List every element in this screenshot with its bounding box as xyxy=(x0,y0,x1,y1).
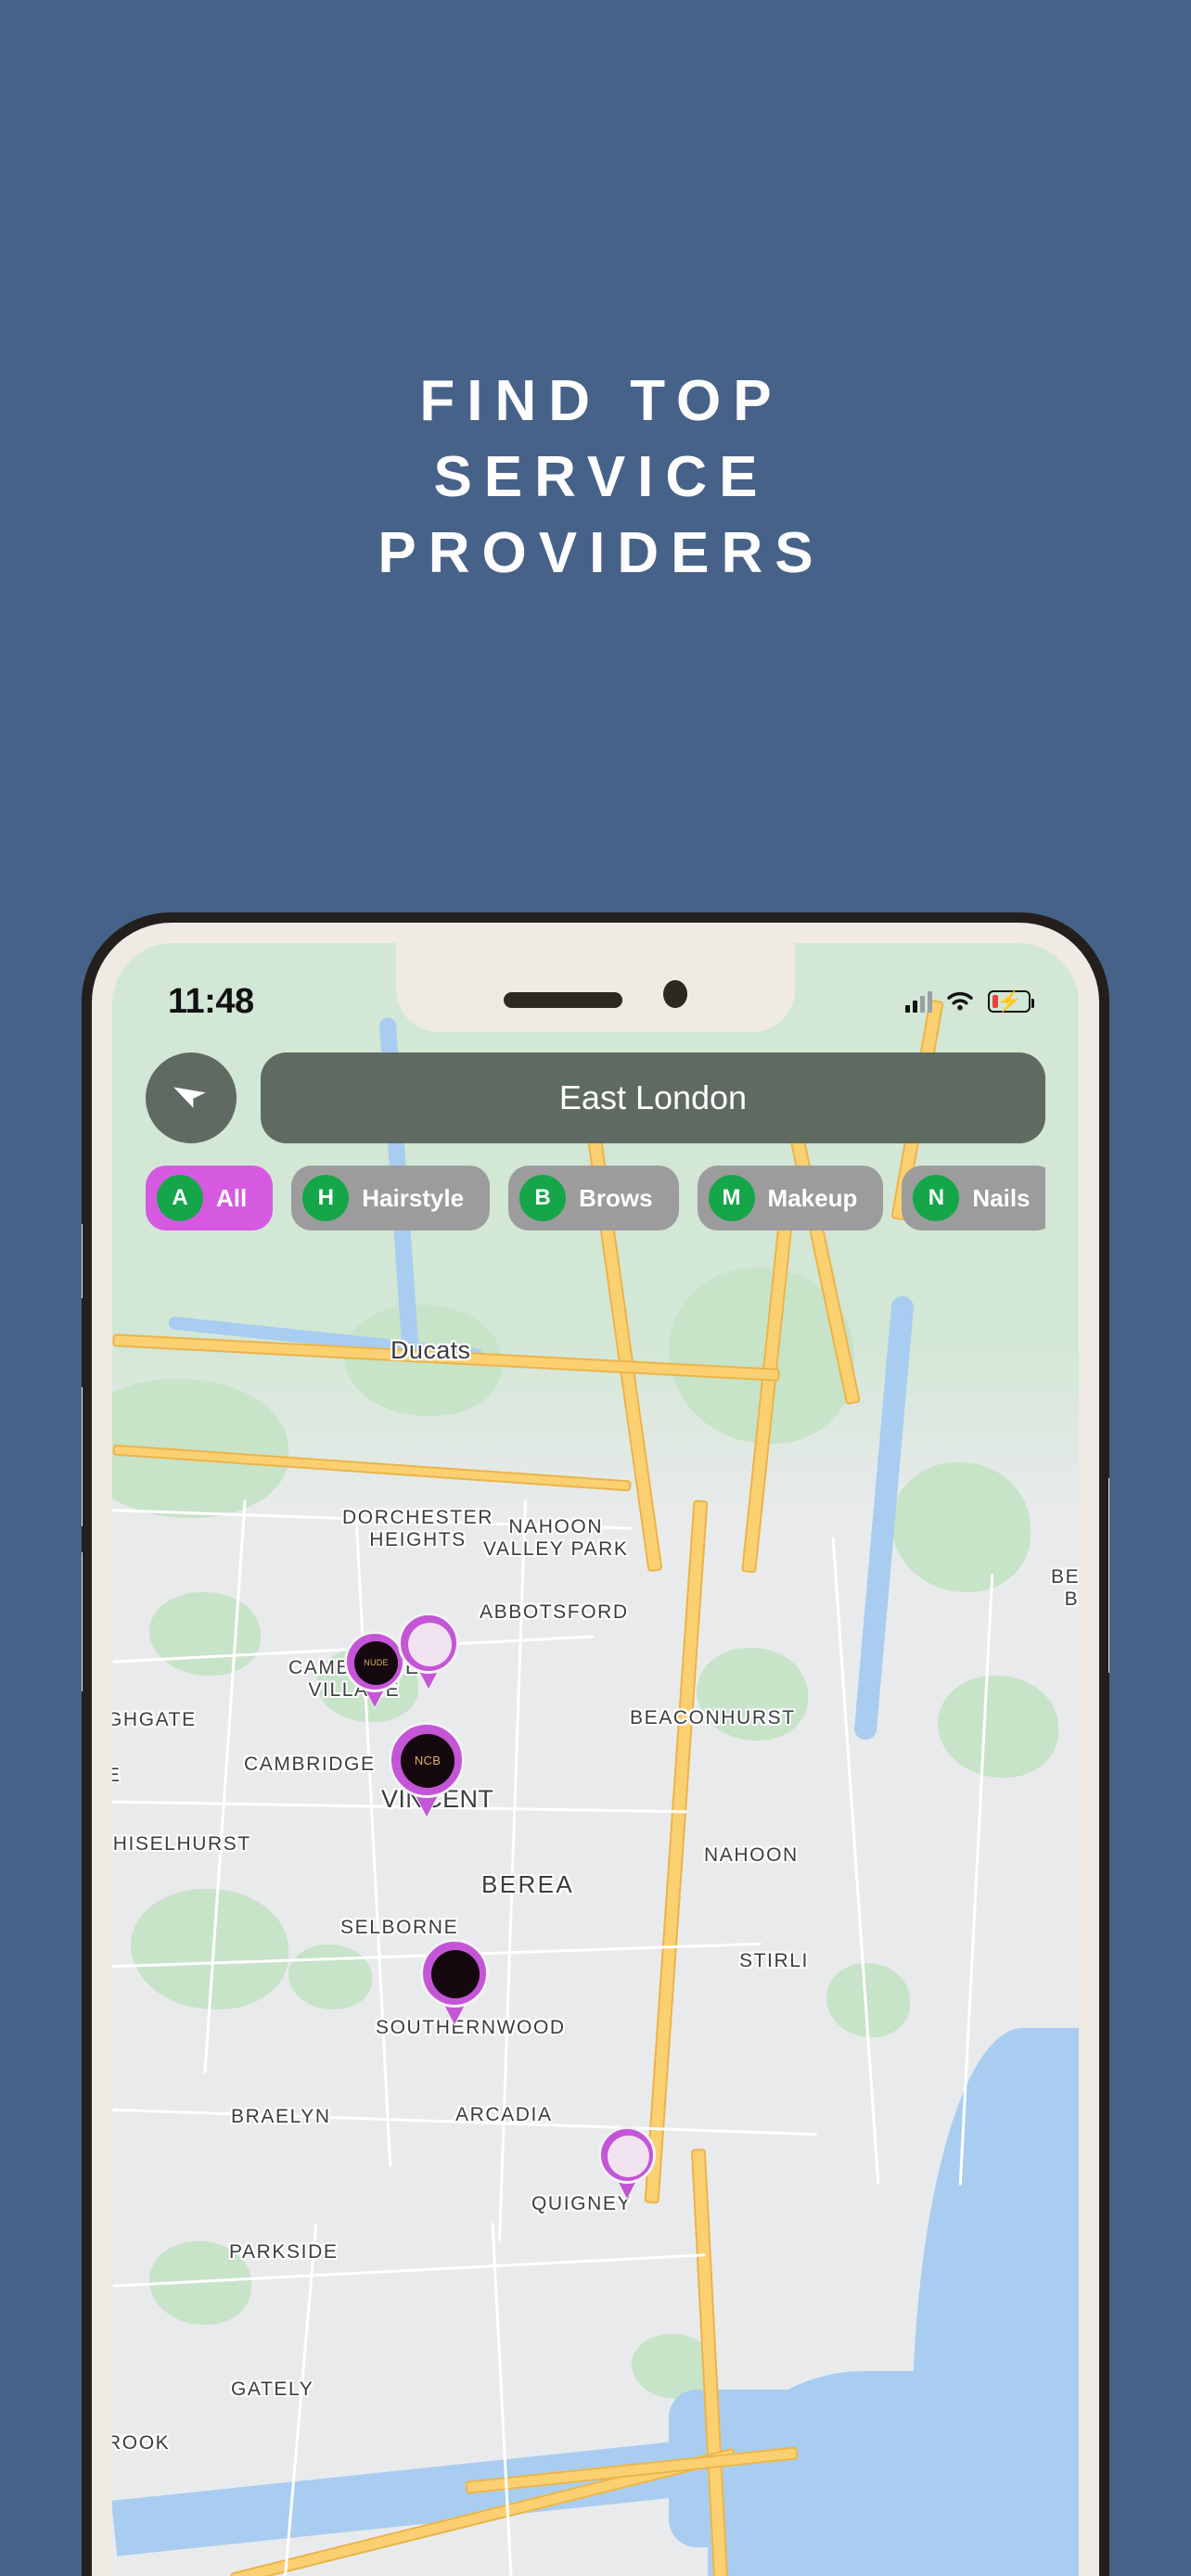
filter-chip-hairstyle[interactable]: H Hairstyle xyxy=(291,1166,491,1231)
headline-line-2: SERVICE xyxy=(433,444,770,509)
provider-pin-3[interactable]: NCB xyxy=(389,1722,465,1818)
category-badge-icon: N xyxy=(913,1175,960,1221)
filter-chip-brows[interactable]: B Brows xyxy=(508,1166,679,1231)
map-park xyxy=(149,1592,261,1676)
location-search-field[interactable]: East London xyxy=(261,1052,1045,1143)
headline-line-3: PROVIDERS xyxy=(378,520,826,585)
category-badge-icon: A xyxy=(157,1175,203,1221)
chip-label: Hairstyle xyxy=(362,1183,465,1212)
badge-glyph: H xyxy=(317,1185,334,1210)
chip-label: Makeup xyxy=(767,1183,858,1212)
map-label-brook: ROOK xyxy=(112,2432,171,2454)
wifi-icon xyxy=(947,991,973,1011)
category-badge-icon: H xyxy=(302,1175,350,1221)
provider-logo xyxy=(608,2136,649,2177)
map-park xyxy=(288,1945,372,2009)
provider-logo xyxy=(431,1950,480,1998)
pin-head: NCB xyxy=(389,1722,465,1798)
provider-logo: NCB xyxy=(401,1734,455,1788)
filter-chip-all[interactable]: A All xyxy=(146,1166,274,1231)
map-label-chiselhurst: CHISELHURST xyxy=(112,1833,251,1855)
status-indicators: ⚡ xyxy=(905,989,1034,1014)
map-label-beacon-bay-n: BEACON BAY N xyxy=(1051,1566,1079,1611)
map-controls: East London A All H Hairstyle B Brows M … xyxy=(112,1052,1079,1231)
chip-label: All xyxy=(216,1183,248,1212)
map-label-dorchester-heights: DORCHESTER HEIGHTS xyxy=(342,1507,494,1551)
search-row: East London xyxy=(146,1052,1045,1143)
dynamic-island-notch xyxy=(396,943,795,1032)
map-park xyxy=(891,1462,1031,1592)
pin-head xyxy=(598,2126,656,2184)
volume-down-button[interactable] xyxy=(82,1552,83,1691)
phone-body: Ducats DORCHESTER HEIGHTS NAHOON VALLEY … xyxy=(92,923,1099,2576)
provider-pin-2[interactable] xyxy=(398,1613,459,1690)
category-badge-icon: M xyxy=(708,1175,755,1221)
map-label-berea: BEREA xyxy=(481,1870,575,1898)
map-street xyxy=(491,2223,516,2576)
pin-head xyxy=(398,1613,459,1674)
navigation-arrow-icon xyxy=(173,1087,206,1108)
map-label-e: E xyxy=(112,1765,122,1786)
map-label-cambridge: CAMBRIDGE xyxy=(244,1753,376,1775)
power-button[interactable] xyxy=(1108,1478,1109,1673)
promo-headline: FIND TOP SERVICE PROVIDERS xyxy=(0,363,1191,591)
silent-switch[interactable] xyxy=(82,1224,83,1298)
map-label-braelyn: BRAELYN xyxy=(231,2106,331,2127)
cellular-signal-icon xyxy=(905,990,932,1013)
provider-logo xyxy=(408,1623,452,1666)
map-street xyxy=(354,1518,392,2167)
filter-chip-nails[interactable]: N Nails xyxy=(902,1166,1045,1231)
status-clock: 11:48 xyxy=(168,981,254,1021)
front-camera-icon xyxy=(663,980,687,1008)
phone-screen: Ducats DORCHESTER HEIGHTS NAHOON VALLEY … xyxy=(112,943,1079,2576)
earpiece-speaker-icon xyxy=(504,992,622,1008)
map-label-arcadia: ARCADIA xyxy=(455,2104,553,2125)
chip-label: Brows xyxy=(579,1183,653,1212)
badge-glyph: N xyxy=(928,1185,945,1210)
badge-glyph: M xyxy=(722,1185,741,1210)
chip-label: Nails xyxy=(972,1183,1031,1212)
map-label-abbotsford: ABBOTSFORD xyxy=(480,1601,629,1623)
map-label-beaconhurst: BEACONHURST xyxy=(630,1707,796,1728)
map-label-selborne: SELBORNE xyxy=(340,1917,459,1938)
volume-up-button[interactable] xyxy=(82,1387,83,1526)
map-highway xyxy=(644,1499,709,2204)
provider-logo: NUDE xyxy=(354,1641,398,1685)
pin-head xyxy=(420,1939,489,2008)
provider-pin-5[interactable] xyxy=(598,2126,656,2200)
map-label-nahoon: NAHOON xyxy=(704,1844,799,1866)
map-park xyxy=(938,1676,1058,1778)
category-badge-icon: B xyxy=(519,1175,567,1221)
badge-glyph: B xyxy=(534,1185,551,1210)
charging-bolt-icon: ⚡ xyxy=(996,989,1022,1013)
locate-me-button[interactable] xyxy=(146,1052,237,1143)
map-label-ducats: Ducats xyxy=(391,1336,471,1364)
map-label-stirling: STIRLI xyxy=(739,1950,809,1971)
map-label-parkside: PARKSIDE xyxy=(229,2241,339,2263)
battery-charging-icon: ⚡ xyxy=(988,989,1034,1013)
category-filter-chips[interactable]: A All H Hairstyle B Brows M Makeup N Nai… xyxy=(146,1166,1045,1231)
provider-pin-1[interactable]: NUDE xyxy=(344,1631,405,1709)
map-label-ghgate: GHGATE xyxy=(112,1709,197,1730)
badge-glyph: A xyxy=(172,1185,188,1210)
headline-line-1: FIND TOP xyxy=(419,369,784,433)
map-label-nahoon-valley-park: NAHOON VALLEY PARK xyxy=(483,1516,629,1561)
provider-pin-4[interactable] xyxy=(420,1939,489,2026)
filter-chip-makeup[interactable]: M Makeup xyxy=(697,1166,884,1231)
phone-mockup: Ducats DORCHESTER HEIGHTS NAHOON VALLEY … xyxy=(82,912,1109,2576)
map-label-gately: GATELY xyxy=(231,2378,314,2400)
pin-head: NUDE xyxy=(344,1631,405,1692)
